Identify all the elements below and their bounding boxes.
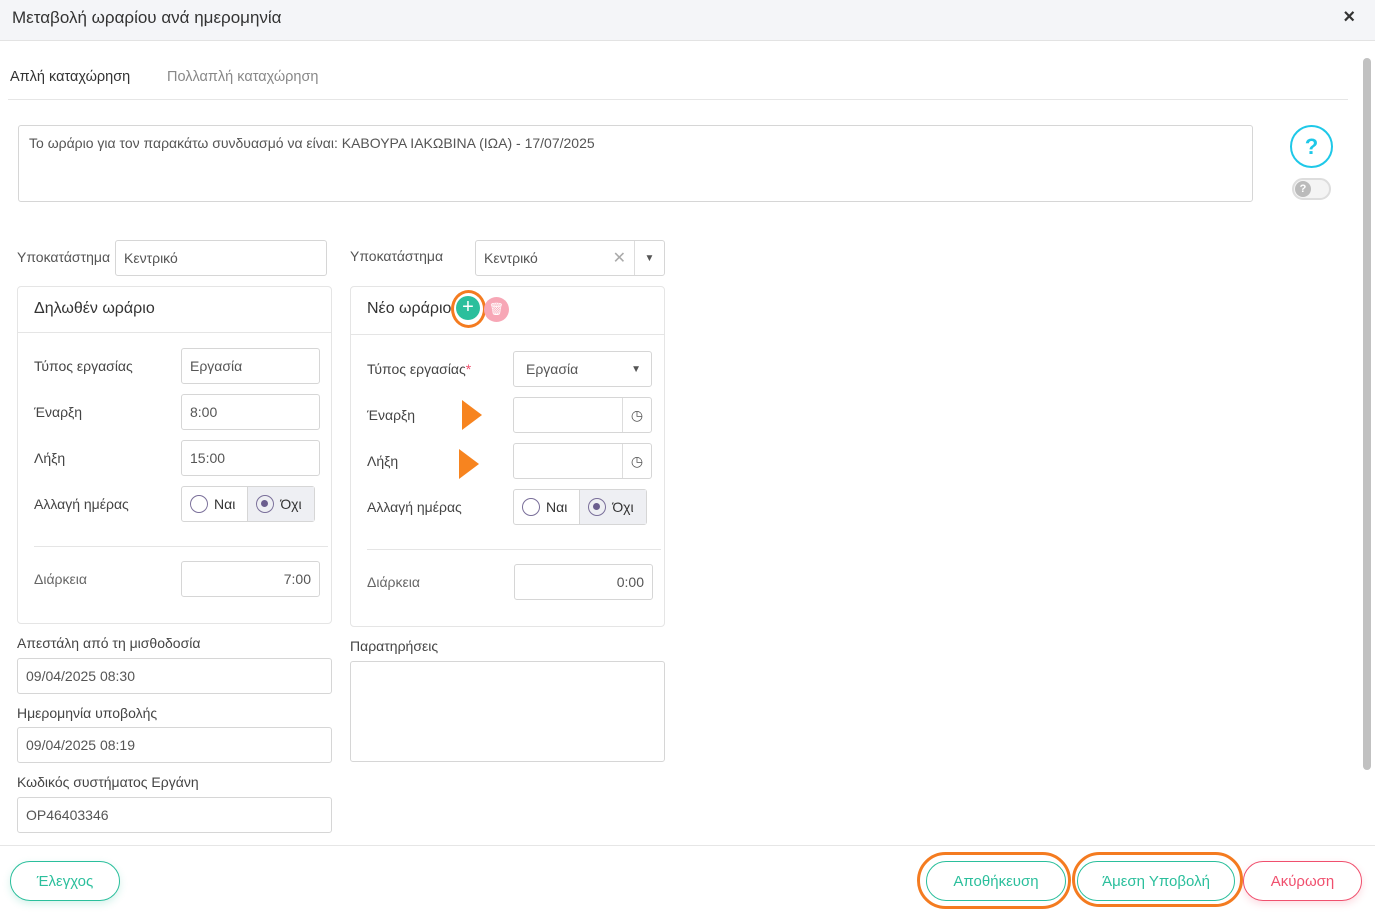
trash-icon[interactable]: 🗑 <box>484 297 509 322</box>
chevron-down-icon: ▼ <box>631 363 641 375</box>
divider <box>367 549 661 550</box>
radio-yes[interactable]: Ναι <box>182 487 247 521</box>
clear-icon[interactable]: ✕ <box>613 248 626 268</box>
duration-label: Διάρκεια <box>34 571 87 587</box>
radio-circle-icon <box>522 498 540 516</box>
radio-no-label: Όχι <box>612 499 634 515</box>
submit-date-field: 09/04/2025 08:19 <box>17 727 332 763</box>
annotation-circle <box>451 290 486 328</box>
chevron-down-icon[interactable]: ▼ <box>634 241 664 275</box>
submit-date-label: Ημερομηνία υποβολής <box>17 705 158 721</box>
new-work-type-value: Εργασία <box>526 361 579 377</box>
scrollbar-thumb[interactable] <box>1363 58 1371 770</box>
day-change-radio-group: Ναι Όχι <box>181 486 315 522</box>
duration-field: 7:00 <box>181 561 320 597</box>
notes-textarea[interactable] <box>350 661 665 762</box>
new-day-change-label: Αλλαγή ημέρας <box>367 499 462 515</box>
dialog-header: Μεταβολή ωραρίου ανά ημερομηνία × <box>0 0 1375 41</box>
dialog-title: Μεταβολή ωραρίου ανά ημερομηνία <box>12 8 282 27</box>
work-type-label: Τύπος εργασίας <box>34 358 133 374</box>
sent-label: Απεστάλη από τη μισθοδοσία <box>17 635 201 651</box>
radio-checked-icon <box>588 498 607 516</box>
clock-icon[interactable]: ◷ <box>622 398 651 432</box>
tabs-divider <box>8 99 1348 100</box>
check-button[interactable]: Έλεγχος <box>10 861 120 901</box>
radio-checked-icon <box>256 495 275 513</box>
new-start-field[interactable]: ◷ <box>513 397 652 433</box>
end-label: Λήξη <box>34 450 66 466</box>
required-marker: * <box>465 361 472 377</box>
radio-circle-icon <box>190 495 208 513</box>
radio-no-label: Όχι <box>280 496 302 512</box>
radio-yes[interactable]: Ναι <box>514 490 579 524</box>
divider <box>34 546 328 547</box>
new-end-field[interactable]: ◷ <box>513 443 652 479</box>
help-toggle[interactable]: ? <box>1292 178 1331 200</box>
info-textbox: Το ωράριο για τον παρακάτω συνδυασμό να … <box>18 125 1253 202</box>
start-field[interactable]: 8:00 <box>181 394 320 430</box>
new-end-label: Λήξη <box>367 453 399 469</box>
new-day-change-radio-group: Ναι Όχι <box>513 489 647 525</box>
new-duration-label: Διάρκεια <box>367 574 420 590</box>
work-type-field[interactable]: Εργασία <box>181 348 320 384</box>
question-icon: ? <box>1304 133 1319 159</box>
new-branch-value: Κεντρικό <box>484 250 538 266</box>
close-icon[interactable]: × <box>1343 6 1355 29</box>
notes-label: Παρατηρήσεις <box>350 638 439 654</box>
new-work-type-label: Τύπος εργασίας* <box>367 361 471 377</box>
sent-field: 09/04/2025 08:30 <box>17 658 332 694</box>
clock-icon[interactable]: ◷ <box>622 444 651 478</box>
radio-yes-label: Ναι <box>214 496 236 512</box>
day-change-label: Αλλαγή ημέρας <box>34 496 129 512</box>
new-branch-select[interactable]: Κεντρικό ✕ ▼ <box>475 240 665 276</box>
annotation-ring <box>1072 852 1243 907</box>
tab-single-entry[interactable]: Απλή καταχώρηση <box>10 69 130 85</box>
new-start-label: Έναρξη <box>367 407 416 423</box>
branch-label: Υποκατάστημα <box>17 249 111 265</box>
ergani-field: ΟΡ46403346 <box>17 797 332 833</box>
new-work-type-select[interactable]: Εργασία ▼ <box>513 351 652 387</box>
ergani-label: Κωδικός συστήματος Εργάνη <box>17 774 199 790</box>
radio-no[interactable]: Όχι <box>579 490 646 524</box>
radio-no[interactable]: Όχι <box>247 487 314 521</box>
annotation-arrow <box>462 400 482 430</box>
new-work-type-text: Τύπος εργασίας <box>367 361 466 377</box>
panel-title: Δηλωθέν ωράριο <box>18 287 331 333</box>
annotation-ring <box>917 852 1071 909</box>
radio-yes-label: Ναι <box>546 499 568 515</box>
cancel-button[interactable]: Ακύρωση <box>1243 861 1362 901</box>
annotation-arrow <box>459 449 479 479</box>
end-field[interactable]: 15:00 <box>181 440 320 476</box>
new-duration-field: 0:00 <box>514 564 653 600</box>
tab-multiple-entry[interactable]: Πολλαπλή καταχώρηση <box>167 69 319 85</box>
branch-field[interactable]: Κεντρικό <box>115 240 327 276</box>
start-label: Έναρξη <box>34 404 83 420</box>
new-branch-label: Υποκατάστημα <box>350 248 444 264</box>
help-button[interactable]: ? <box>1290 125 1333 168</box>
